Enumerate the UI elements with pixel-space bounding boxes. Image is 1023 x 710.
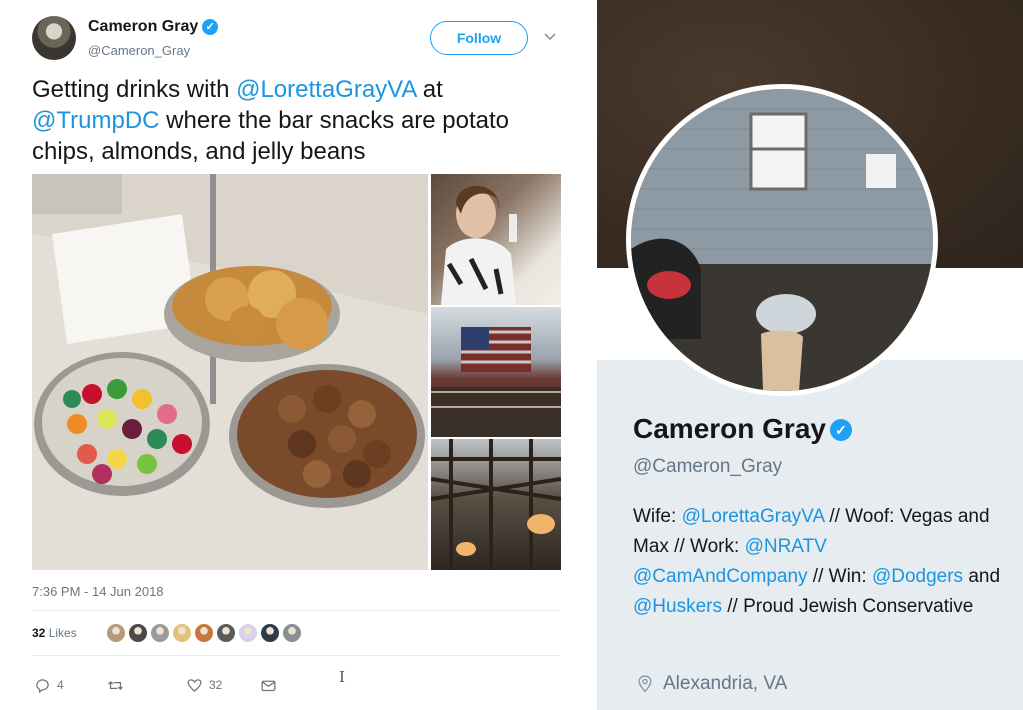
text-span: // Proud Jewish Conservative [721, 596, 974, 617]
text-span: at [416, 76, 443, 103]
verified-badge-icon: ✓ [829, 419, 852, 441]
text-span: Getting drinks with [32, 76, 237, 103]
profile-name-row[interactable]: Cameron Gray ✓ [633, 413, 852, 445]
envelope-icon [261, 680, 276, 691]
follow-button[interactable]: Follow [430, 21, 528, 55]
tweet-photo-hotel-atrium[interactable] [431, 307, 561, 437]
location-text: Alexandria, VA [663, 673, 788, 694]
profile-location: Alexandria, VA [635, 673, 787, 695]
likes-summary[interactable]: 32 Likes [32, 626, 77, 640]
author-handle[interactable]: @Cameron_Gray [88, 43, 190, 58]
text-span: Wife: [633, 506, 682, 527]
liker-avatar[interactable] [282, 623, 302, 643]
profile-card: Cameron Gray ✓ @Cameron_Gray Wife: @Loret… [597, 0, 1023, 710]
mention-link[interactable]: @NRATV [745, 536, 827, 557]
tweet-photo-chandeliers[interactable] [431, 439, 561, 570]
author-name-row[interactable]: Cameron Gray ✓ [88, 18, 219, 36]
retweet-button[interactable] [107, 672, 130, 698]
chevron-down-icon[interactable] [541, 30, 559, 44]
like-count: 32 [209, 678, 223, 692]
profile-name[interactable]: Cameron Gray [633, 413, 826, 444]
text-span: and [963, 566, 1001, 587]
heart-icon [187, 678, 202, 692]
liker-avatar[interactable] [238, 623, 258, 643]
tweet-card: Cameron Gray ✓ @Cameron_Gray Follow Getti… [0, 0, 585, 710]
reply-button[interactable]: 4 [34, 672, 64, 698]
liker-avatars[interactable] [106, 623, 304, 645]
reply-count: 4 [57, 678, 64, 692]
like-button[interactable]: 32 [186, 672, 222, 698]
profile-handle[interactable]: @Cameron_Gray [633, 456, 782, 478]
tweet-photo-woman-drinking[interactable] [431, 174, 561, 305]
divider [32, 610, 560, 611]
liker-avatar[interactable] [106, 623, 126, 643]
mention-link[interactable]: @CamAndCompany [633, 566, 808, 587]
liker-avatar[interactable] [260, 623, 280, 643]
author-name[interactable]: Cameron Gray [88, 18, 198, 35]
likes-count: 32 [32, 626, 46, 640]
verified-badge-icon: ✓ [202, 19, 219, 35]
tweet-timestamp[interactable]: 7:36 PM - 14 Jun 2018 [32, 584, 164, 599]
author-avatar[interactable] [32, 16, 76, 60]
mention-link[interactable]: @LorettaGrayVA [682, 506, 825, 527]
mention-link[interactable]: @LorettaGrayVA [236, 76, 416, 103]
profile-avatar[interactable] [626, 84, 938, 396]
mention-link[interactable]: @Huskers [633, 596, 722, 617]
profile-bio: Wife: @LorettaGrayVA // Woof: Vegas and … [633, 502, 1003, 622]
divider [32, 655, 560, 656]
liker-avatar[interactable] [216, 623, 236, 643]
location-pin-icon [638, 675, 652, 693]
tweet-text: Getting drinks with @LorettaGrayVA at @T… [32, 74, 562, 167]
liker-avatar[interactable] [194, 623, 214, 643]
direct-message-button[interactable] [260, 672, 277, 698]
likes-label: Likes [48, 626, 77, 640]
mention-link[interactable]: @TrumpDC [32, 107, 159, 134]
text-span: // Win: [807, 566, 872, 587]
liker-avatar[interactable] [150, 623, 170, 643]
retweet-icon [107, 680, 124, 690]
liker-avatar[interactable] [172, 623, 192, 643]
text-cursor-icon: I [339, 668, 345, 686]
mention-link[interactable]: @Dodgers [872, 566, 963, 587]
liker-avatar[interactable] [128, 623, 148, 643]
tweet-photo-snacks[interactable] [32, 174, 428, 570]
reply-icon [36, 678, 49, 693]
